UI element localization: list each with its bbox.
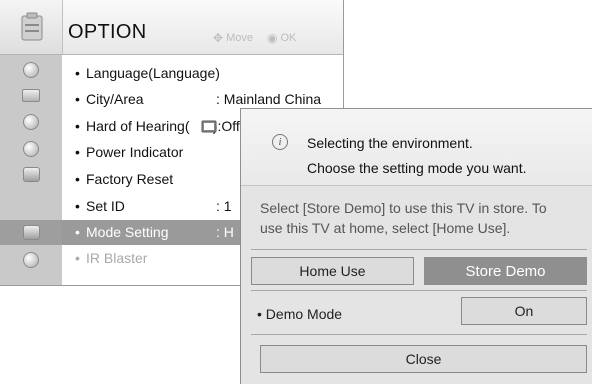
menu-header: OPTION ✥ Move ◉ OK [0, 0, 343, 55]
home-use-button[interactable]: Home Use [251, 257, 414, 285]
category-column [0, 55, 62, 285]
option-box-icon [21, 12, 43, 41]
demo-mode-on-button[interactable]: On [461, 297, 587, 325]
dialog-description: Select [Store Demo] to use this TV in st… [260, 198, 590, 238]
demo-mode-label: • Demo Mode [257, 306, 343, 322]
dialog-header: i Selecting the environment. Choose the … [241, 109, 592, 186]
menu-item-label: Set ID [86, 198, 125, 214]
hint-move-label: Move [226, 32, 253, 44]
audio-icon[interactable] [0, 109, 62, 134]
clock-icon[interactable] [0, 136, 62, 161]
description-line-1: Select [Store Demo] to use this TV in st… [260, 200, 547, 216]
header-icon-box [0, 0, 63, 54]
demo-mode-text: Demo Mode [265, 306, 343, 322]
nav-hint: ✥ Move ◉ OK [213, 31, 296, 45]
menu-item-language[interactable]: • Language(Language) [62, 61, 343, 86]
picture-icon[interactable] [0, 57, 62, 82]
move-arrows-icon: ✥ [213, 31, 224, 45]
divider [251, 290, 587, 291]
close-button[interactable]: Close [260, 345, 587, 373]
description-line-2: use this TV at home, select [Home Use]. [260, 220, 511, 236]
network-icon[interactable] [0, 247, 62, 272]
lock-icon[interactable] [0, 162, 62, 187]
menu-item-label: Mode Setting [86, 224, 169, 240]
dialog-subtitle: Choose the setting mode you want. [307, 160, 527, 176]
caption-icon [201, 120, 217, 133]
screen-icon[interactable] [0, 83, 62, 108]
store-demo-button[interactable]: Store Demo [424, 257, 587, 285]
hint-ok-label: OK [280, 32, 297, 44]
dialog-title: Selecting the environment. [307, 135, 473, 151]
menu-item-label: Factory Reset [86, 171, 174, 187]
divider [251, 249, 587, 250]
menu-item-label: Power Indicator [86, 144, 184, 160]
mode-setting-dialog: i Selecting the environment. Choose the … [240, 108, 592, 384]
option-icon[interactable] [0, 220, 62, 245]
menu-item-value: : 1 [216, 198, 232, 214]
menu-item-label: IR Blaster [86, 250, 148, 266]
ok-circle-icon: ◉ [266, 31, 278, 45]
menu-item-label: City/Area [86, 91, 144, 107]
menu-item-value: : H [216, 224, 234, 240]
menu-item-label: Language(Language) [86, 65, 220, 81]
info-icon: i [272, 134, 288, 150]
menu-title: OPTION [68, 21, 147, 43]
divider [251, 334, 587, 335]
